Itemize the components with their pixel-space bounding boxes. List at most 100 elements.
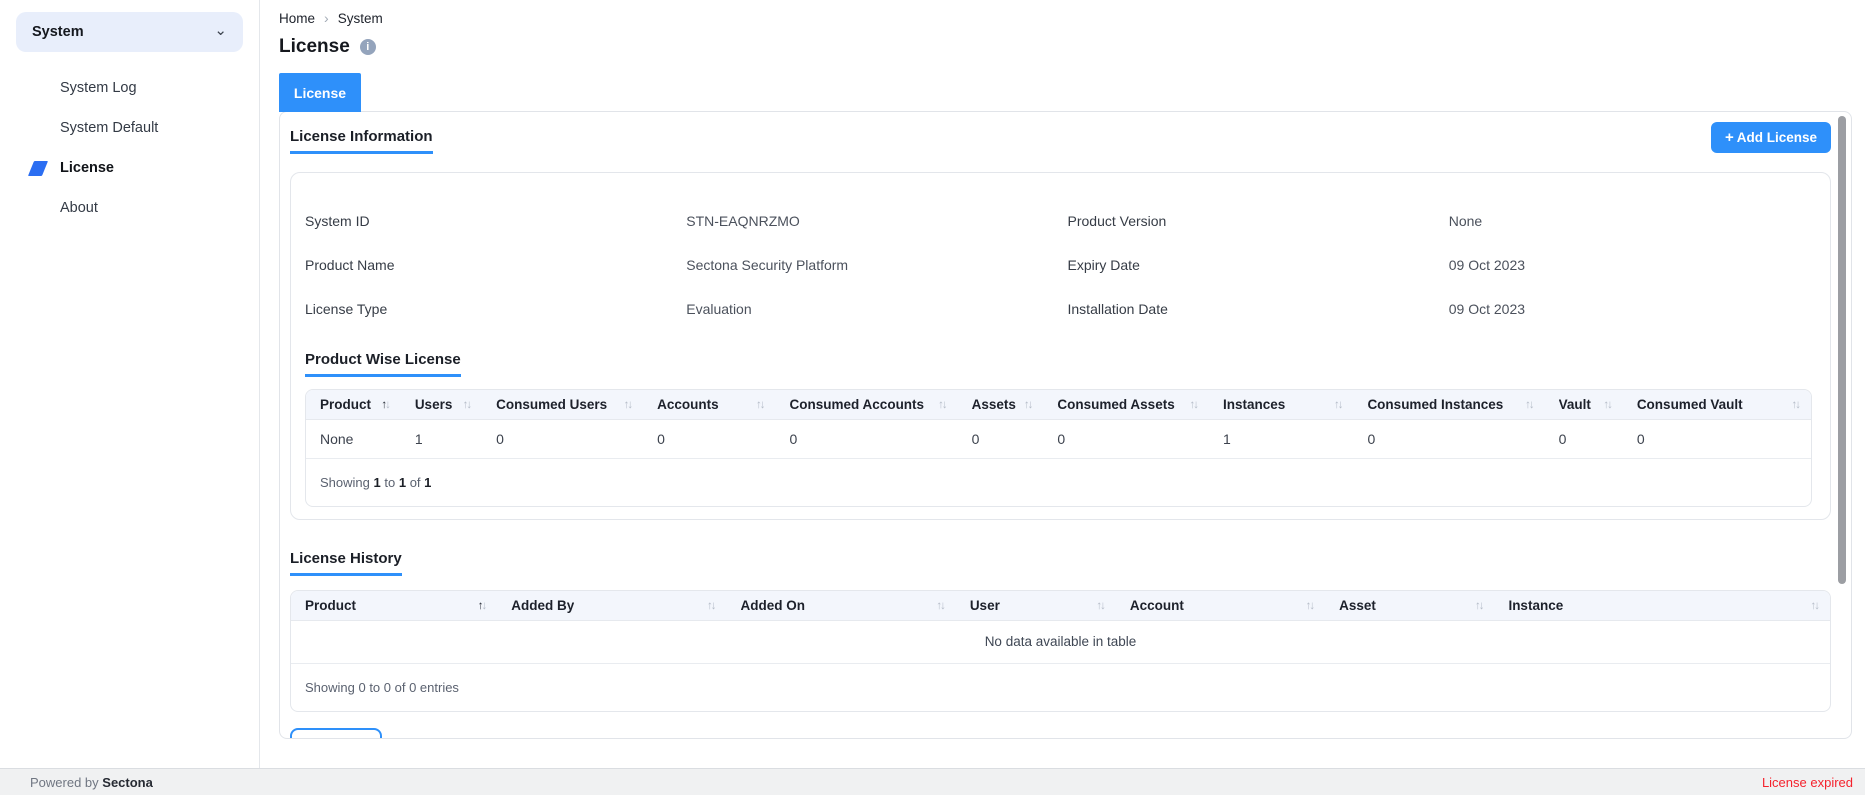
column-label: Consumed Assets <box>1057 397 1174 412</box>
sort-icon[interactable]: ↑↓ <box>1603 399 1611 411</box>
table-cell: 0 <box>1353 420 1544 459</box>
table-cell: None <box>306 420 401 459</box>
license-information-card: System ID STN-EAQNRZMO Product Version N… <box>290 172 1831 520</box>
license-parallelogram-icon <box>28 161 48 176</box>
column-header-user[interactable]: User ↑↓ <box>956 591 1116 621</box>
column-header-users[interactable]: Users↑↓ <box>401 390 482 420</box>
license-history-table: Product↑↓Added By↑↓Added On↑↓User↑↓Accou… <box>291 591 1830 621</box>
sort-icon[interactable]: ↑↓ <box>1811 600 1819 612</box>
column-header-consumed-assets[interactable]: Consumed Assets ↑↓ <box>1043 390 1209 420</box>
breadcrumb: Home › System <box>279 10 383 26</box>
table-summary: Showing 1 to 1 of 1 <box>306 459 1811 506</box>
column-header-instances[interactable]: Instances↑↓ <box>1209 390 1353 420</box>
sort-icon[interactable]: ↑↓ <box>463 399 471 411</box>
add-license-label: Add License <box>1737 130 1817 145</box>
main-content: Home › System License i License License … <box>260 0 1865 768</box>
column-label: Consumed Users <box>496 397 607 412</box>
field-value-installation-date: 09 Oct 2023 <box>1449 287 1830 331</box>
brand-link[interactable]: Sectona <box>102 775 153 790</box>
table-header-row: Product↑↓Added By↑↓Added On↑↓User↑↓Accou… <box>291 591 1830 621</box>
sidebar: System ⌄ System Log System Default Licen… <box>0 0 260 768</box>
footer-bar: Powered by Sectona License expired <box>0 768 1865 795</box>
sidebar-section-system[interactable]: System ⌄ <box>16 12 243 52</box>
empty-table-message: No data available in table <box>291 621 1830 664</box>
field-value-license-type: Evaluation <box>686 287 1067 331</box>
column-header-instance[interactable]: Instance↑↓ <box>1494 591 1830 621</box>
table-cell: 1 <box>401 420 482 459</box>
column-label: Product <box>320 397 371 412</box>
sidebar-item-about[interactable]: About <box>0 188 259 228</box>
sort-icon[interactable]: ↑↓ <box>756 399 764 411</box>
license-history-table-box: Product↑↓Added By↑↓Added On↑↓User↑↓Accou… <box>290 590 1831 712</box>
license-history-header: License History <box>290 550 1851 576</box>
sort-icon[interactable]: ↑↓ <box>1792 399 1800 411</box>
column-label: Consumed Vault <box>1637 397 1743 412</box>
column-header-consumed-vault[interactable]: Consumed Vault ↑↓ <box>1623 390 1811 420</box>
column-header-consumed-accounts[interactable]: Consumed Accounts ↑↓ <box>776 390 958 420</box>
column-label: Assets <box>972 397 1016 412</box>
table-cell: 0 <box>958 420 1044 459</box>
license-expired-status: License expired <box>1762 775 1853 790</box>
sort-icon[interactable]: ↑↓ <box>1189 399 1197 411</box>
sort-icon[interactable]: ↑↓ <box>938 399 946 411</box>
sidebar-item-license[interactable]: License <box>0 148 259 188</box>
column-label: Vault <box>1559 397 1591 412</box>
product-wise-license-table: Product↑↓Users↑↓Consumed Users↑↓Accounts… <box>306 390 1811 459</box>
sidebar-item-system-log[interactable]: System Log <box>0 68 259 108</box>
column-header-assets[interactable]: Assets ↑↓ <box>958 390 1044 420</box>
field-label-product-version: Product Version <box>1068 199 1449 243</box>
license-information-fields: System ID STN-EAQNRZMO Product Version N… <box>291 173 1830 331</box>
field-label-product-name: Product Name <box>305 243 686 287</box>
sort-icon[interactable]: ↑↓ <box>381 399 389 411</box>
column-label: User <box>970 598 1000 613</box>
vertical-scrollbar-thumb[interactable] <box>1838 116 1846 584</box>
app-root: System ⌄ System Log System Default Licen… <box>0 0 1865 795</box>
sidebar-item-system-default[interactable]: System Default <box>0 108 259 148</box>
table-cell: 0 <box>482 420 643 459</box>
pagination-button-partial[interactable] <box>290 728 382 739</box>
column-header-account[interactable]: Account↑↓ <box>1116 591 1325 621</box>
column-header-accounts[interactable]: Accounts↑↓ <box>643 390 775 420</box>
license-history-heading: License History <box>290 550 402 576</box>
sidebar-menu: System Log System Default License About <box>0 68 259 228</box>
breadcrumb-system[interactable]: System <box>338 11 383 26</box>
column-header-consumed-instances[interactable]: Consumed Instances ↑↓ <box>1353 390 1544 420</box>
table-cell: 0 <box>1545 420 1623 459</box>
column-header-vault[interactable]: Vault ↑↓ <box>1545 390 1623 420</box>
product-wise-license-table-box: Product↑↓Users↑↓Consumed Users↑↓Accounts… <box>305 389 1812 507</box>
column-header-consumed-users[interactable]: Consumed Users ↑↓ <box>482 390 643 420</box>
sort-icon[interactable]: ↑↓ <box>1525 399 1533 411</box>
sort-icon[interactable]: ↑↓ <box>1096 600 1104 612</box>
field-label-expiry-date: Expiry Date <box>1068 243 1449 287</box>
sort-icon[interactable]: ↑↓ <box>1024 399 1032 411</box>
column-label: Consumed Instances <box>1367 397 1503 412</box>
breadcrumb-home[interactable]: Home <box>279 11 315 26</box>
column-header-product[interactable]: Product ↑↓ <box>306 390 401 420</box>
column-header-added-by[interactable]: Added By↑↓ <box>497 591 726 621</box>
sort-icon[interactable]: ↑↓ <box>624 399 632 411</box>
table-cell: 1 <box>1209 420 1353 459</box>
product-wise-license-header: Product Wise License <box>305 351 1830 377</box>
column-label: Product <box>305 598 356 613</box>
chevron-down-icon: ⌄ <box>214 23 227 38</box>
product-wise-license-heading: Product Wise License <box>305 351 461 377</box>
add-license-button[interactable]: + Add License <box>1711 122 1831 153</box>
table-cell: 0 <box>1623 420 1811 459</box>
column-header-product[interactable]: Product ↑↓ <box>291 591 497 621</box>
page-title: License <box>279 36 350 58</box>
column-label: Added On <box>741 598 806 613</box>
info-icon[interactable]: i <box>360 39 376 55</box>
tab-license[interactable]: License <box>279 73 361 112</box>
column-header-added-on[interactable]: Added On ↑↓ <box>727 591 956 621</box>
column-label: Asset <box>1339 598 1376 613</box>
sort-icon[interactable]: ↑↓ <box>1306 600 1314 612</box>
sort-icon[interactable]: ↑↓ <box>1334 399 1342 411</box>
column-label: Consumed Accounts <box>790 397 925 412</box>
sort-icon[interactable]: ↑↓ <box>478 600 486 612</box>
sort-icon[interactable]: ↑↓ <box>1475 600 1483 612</box>
sort-icon[interactable]: ↑↓ <box>707 600 715 612</box>
field-value-product-version: None <box>1449 199 1830 243</box>
sidebar-item-label: License <box>60 160 114 176</box>
column-header-asset[interactable]: Asset ↑↓ <box>1325 591 1494 621</box>
sort-icon[interactable]: ↑↓ <box>936 600 944 612</box>
